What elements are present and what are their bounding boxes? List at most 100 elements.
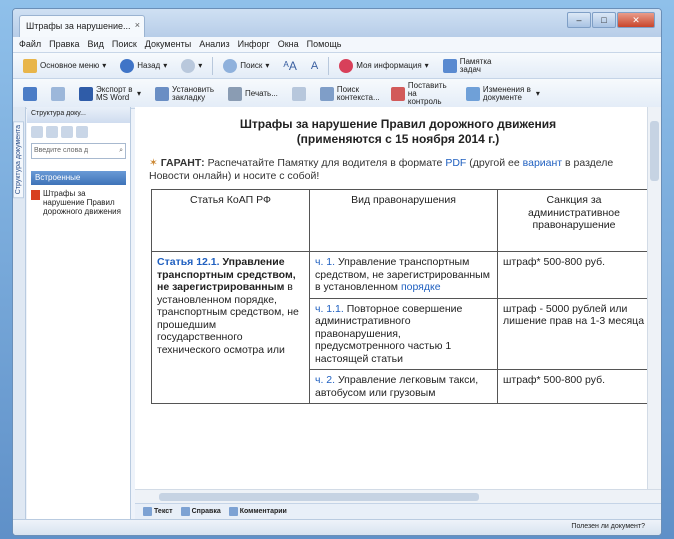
collapse-icon[interactable] <box>46 126 58 138</box>
font-decrease-button[interactable]: A <box>307 56 322 76</box>
fines-table: Статья КоАП РФ Вид правонарушения Санкци… <box>151 189 651 404</box>
panel-search-input[interactable]: Введите слова д ⌕ <box>31 143 126 159</box>
table-row: Статья 12.1. Управление транспортным сре… <box>151 251 651 404</box>
binoculars-icon <box>319 86 334 101</box>
my-info-button[interactable]: Моя информация ▾ <box>335 56 432 76</box>
tab-reference[interactable]: Справка <box>180 506 221 517</box>
forward-arrow-icon <box>181 58 196 73</box>
structure-selected-node[interactable]: Встроенные <box>31 171 126 185</box>
menu-search[interactable]: Поиск <box>112 39 137 50</box>
workspace: Структура документа Структура доку... Вв… <box>13 107 661 519</box>
font-decrease-icon: A <box>310 59 319 72</box>
expand-icon[interactable] <box>31 126 43 138</box>
sanction-cell: штраф - 5000 рублей или лишение прав на … <box>497 297 651 370</box>
feedback-prompt[interactable]: Полезен ли документ? <box>571 523 645 530</box>
offense-cell: ч. 1. Управление транспортным средством,… <box>309 251 498 299</box>
bookmark-button[interactable]: Установить закладку <box>151 84 218 104</box>
menu-edit[interactable]: Правка <box>49 39 79 50</box>
part-link[interactable]: ч. 2. <box>315 374 335 386</box>
reminder-button[interactable]: Памятка задач <box>439 56 500 76</box>
filter-icon[interactable] <box>61 126 73 138</box>
header-sanction: Санкция за административное правонарушен… <box>497 189 651 252</box>
put-control-button[interactable]: Поставить на контроль <box>387 81 456 105</box>
tab-title: Штрафы за нарушение... <box>26 21 131 31</box>
bookmark-icon <box>155 86 170 101</box>
options-icon[interactable] <box>76 126 88 138</box>
maximize-button[interactable]: □ <box>592 12 616 28</box>
print-preview-button[interactable] <box>47 84 69 104</box>
tab-close-icon[interactable]: × <box>135 20 140 30</box>
document-tab[interactable]: Штрафы за нарушение... × <box>19 15 145 37</box>
text-icon <box>143 507 152 516</box>
variant-link[interactable]: вариант <box>523 157 562 169</box>
offense-cell: ч. 1.1. Повторное совершение администрат… <box>309 297 498 370</box>
hscroll-thumb[interactable] <box>159 493 479 501</box>
menu-view[interactable]: Вид <box>88 39 104 50</box>
comment-icon <box>228 507 238 516</box>
menu-documents[interactable]: Документы <box>145 39 191 50</box>
sanction-cell: штраф* 500-800 руб. <box>497 369 651 404</box>
find-context-button[interactable]: Поиск контекста... <box>316 84 381 104</box>
tab-comments[interactable]: Комментарии <box>228 506 287 517</box>
info-icon <box>180 507 190 516</box>
status-bar: Полезен ли документ? <box>13 519 661 535</box>
menu-analysis[interactable]: Анализ <box>199 39 229 50</box>
horizontal-scrollbar[interactable] <box>135 489 661 503</box>
menu-help[interactable]: Помощь <box>307 39 342 50</box>
back-button[interactable]: Назад ▾ <box>116 56 171 76</box>
main-toolbar: Основное меню ▾ Назад ▾ ▾ Поиск ▾ ᴬA A М… <box>13 53 661 79</box>
preview-icon <box>51 86 65 101</box>
menu-bar: Файл Правка Вид Поиск Документы Анализ И… <box>13 37 661 53</box>
menu-windows[interactable]: Окна <box>278 39 299 50</box>
order-link[interactable]: порядке <box>401 281 441 293</box>
garant-icon: ✶ <box>149 157 158 169</box>
sanction-cell: штраф* 500-800 руб. <box>497 251 651 299</box>
table-header-row: Статья КоАП РФ Вид правонарушения Санкци… <box>151 189 651 252</box>
print-button[interactable]: Печать... <box>224 84 282 104</box>
document-title: Штрафы за нарушение Правил дорожного дви… <box>239 117 557 146</box>
main-menu-button[interactable]: Основное меню ▾ <box>19 56 110 76</box>
title-bar: Штрафы за нарушение... × – □ ✕ <box>13 9 661 37</box>
export-word-button[interactable]: Экспорт в MS Word ▾ <box>75 84 145 104</box>
search-button[interactable]: Поиск ▾ <box>219 56 273 76</box>
tab-document-structure[interactable]: Структура документа <box>13 121 24 199</box>
panel-header: Структура доку... <box>27 107 130 123</box>
scroll-thumb[interactable] <box>650 121 659 181</box>
view-tabs: Текст Справка Комментарии <box>135 503 661 519</box>
calendar-icon <box>442 58 457 73</box>
structure-panel: Структура доку... Введите слова д ⌕ Встро… <box>27 107 131 519</box>
left-vertical-tabs: Структура документа <box>13 107 26 519</box>
changes-button[interactable]: Изменения в документе ▾ <box>462 84 544 104</box>
changes-icon <box>465 86 480 101</box>
offense-cell: ч. 2. Управление легковым такси, автобус… <box>309 369 498 404</box>
document-icon <box>31 190 40 200</box>
heart-icon <box>339 58 354 73</box>
forward-button[interactable]: ▾ <box>177 56 206 76</box>
control-icon <box>390 86 405 101</box>
font-increase-button[interactable]: ᴬA <box>279 56 300 76</box>
document-toolbar: Экспорт в MS Word ▾ Установить закладку … <box>13 79 661 109</box>
menu-info[interactable]: Инфорг <box>238 39 270 50</box>
pdf-link[interactable]: PDF <box>445 157 466 169</box>
panel-tools <box>27 123 130 141</box>
save-icon <box>23 86 37 101</box>
part-link[interactable]: ч. 1.1. <box>315 303 344 315</box>
app-window: Штрафы за нарушение... × – □ ✕ Файл Прав… <box>12 8 662 536</box>
save-button[interactable] <box>19 84 41 104</box>
structure-item[interactable]: Штрафы за нарушение Правил дорожного дви… <box>27 187 130 218</box>
copy-button[interactable] <box>288 84 310 104</box>
menu-file[interactable]: Файл <box>19 39 41 50</box>
search-icon <box>223 58 238 73</box>
printer-icon <box>228 86 243 101</box>
article-link[interactable]: Статья 12.1. <box>157 256 220 268</box>
close-button[interactable]: ✕ <box>617 12 655 28</box>
header-article: Статья КоАП РФ <box>151 189 310 252</box>
minimize-button[interactable]: – <box>567 12 591 28</box>
home-icon <box>23 58 37 73</box>
document-view: Штрафы за нарушение Правил дорожного дви… <box>135 107 661 489</box>
back-arrow-icon <box>120 58 135 73</box>
part-link[interactable]: ч. 1. <box>315 256 335 268</box>
vertical-scrollbar[interactable] <box>647 107 661 489</box>
tab-text[interactable]: Текст <box>143 506 173 517</box>
search-icon[interactable]: ⌕ <box>119 147 123 155</box>
